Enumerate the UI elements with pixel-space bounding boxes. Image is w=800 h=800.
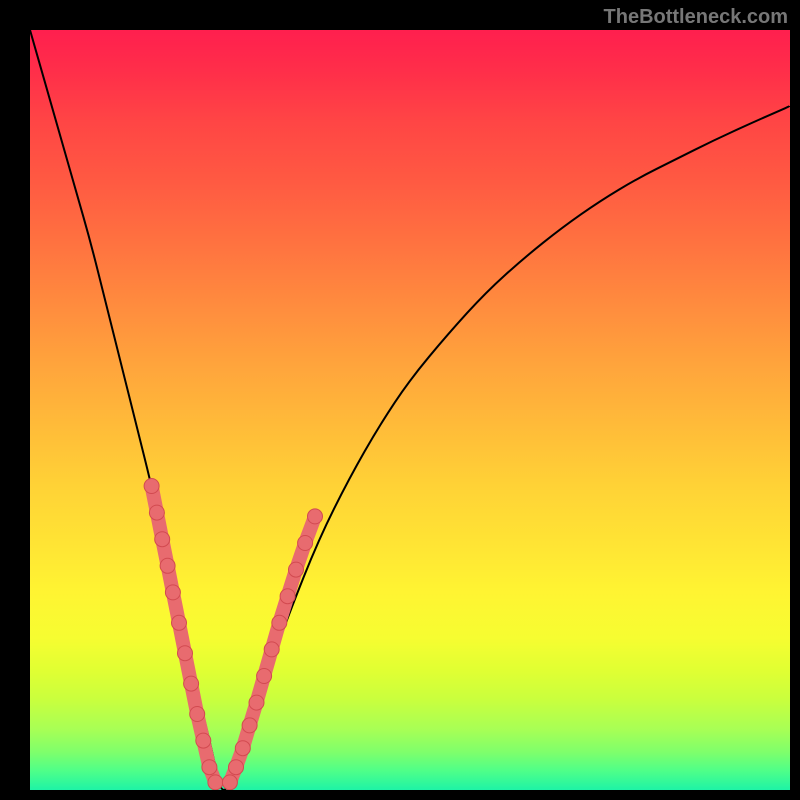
- marker-cluster-right: [222, 509, 322, 790]
- curve-layer: [30, 30, 790, 790]
- marker-segment: [230, 767, 236, 782]
- marker-bead: [144, 479, 159, 494]
- marker-segment: [173, 592, 179, 622]
- marker-segment: [288, 570, 296, 597]
- marker-bead: [257, 669, 272, 684]
- marker-bead: [308, 509, 323, 524]
- marker-cluster-left: [144, 479, 223, 790]
- marker-segment: [179, 623, 185, 653]
- marker-bead: [229, 760, 244, 775]
- marker-bead: [222, 775, 237, 790]
- marker-bead: [149, 505, 164, 520]
- marker-segment: [157, 513, 162, 540]
- marker-segment: [209, 767, 215, 782]
- marker-segment: [191, 684, 197, 714]
- marker-bead: [202, 760, 217, 775]
- marker-bead: [298, 536, 313, 551]
- curve-path: [30, 30, 790, 790]
- marker-bead: [208, 775, 223, 790]
- marker-bead: [242, 718, 257, 733]
- bottleneck-curve: [30, 30, 790, 790]
- marker-segment: [197, 714, 203, 741]
- marker-bead: [280, 589, 295, 604]
- marker-segment: [279, 596, 287, 623]
- marker-bead: [196, 733, 211, 748]
- marker-bead: [184, 676, 199, 691]
- marker-segment: [203, 741, 209, 768]
- marker-segment: [152, 486, 157, 513]
- marker-bead: [272, 615, 287, 630]
- marker-bead: [264, 642, 279, 657]
- marker-bead: [172, 615, 187, 630]
- marker-segment: [168, 566, 173, 593]
- marker-segment: [162, 539, 167, 566]
- marker-bead: [249, 695, 264, 710]
- marker-bead: [160, 558, 175, 573]
- marker-segment: [305, 516, 315, 543]
- marker-segment: [257, 676, 265, 703]
- marker-segment: [243, 725, 250, 748]
- marker-segment: [264, 649, 272, 676]
- marker-bead: [155, 532, 170, 547]
- marker-segment: [250, 703, 257, 726]
- marker-segment: [296, 543, 305, 570]
- marker-segment: [185, 653, 191, 683]
- marker-bead: [190, 707, 205, 722]
- marker-segment: [236, 748, 243, 767]
- plot-area: [30, 30, 790, 790]
- chart-frame: TheBottleneck.com: [0, 0, 800, 800]
- marker-bead: [289, 562, 304, 577]
- marker-bead: [178, 646, 193, 661]
- marker-bead: [165, 585, 180, 600]
- marker-bead: [235, 741, 250, 756]
- marker-segment: [272, 623, 280, 650]
- watermark-text: TheBottleneck.com: [604, 6, 788, 29]
